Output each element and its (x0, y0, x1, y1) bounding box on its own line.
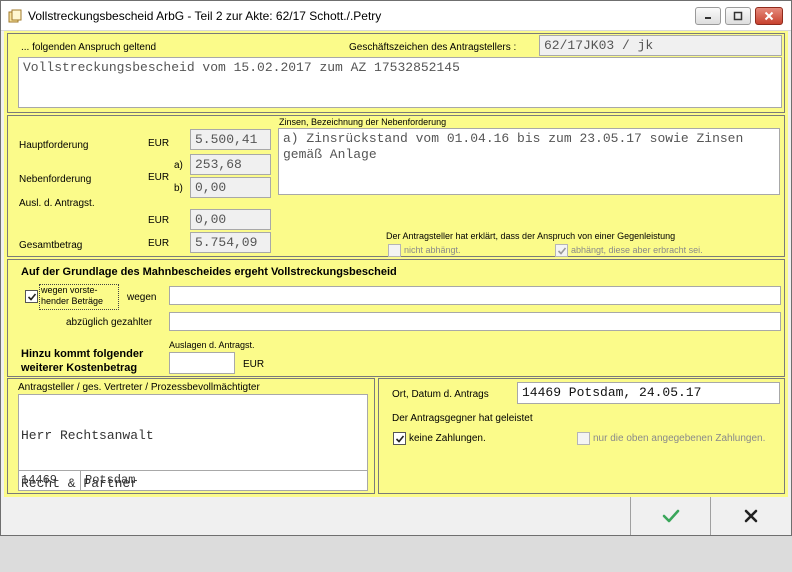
preceding-amounts-line2: hender Beträge (41, 296, 104, 306)
ok-button[interactable] (630, 497, 710, 535)
title-bar: Vollstreckungsbescheid ArbG - Teil 2 zur… (1, 1, 791, 31)
preceding-amounts-line1: wegen vorste- (41, 285, 98, 295)
preceding-amounts-checkbox[interactable] (25, 290, 38, 303)
maximize-button[interactable] (725, 7, 751, 25)
not-dependent-label: nicht abhängt. (404, 245, 461, 255)
minimize-button[interactable] (695, 7, 721, 25)
file-number-label: Geschäftszeichen des Antragstellers : (349, 42, 517, 53)
auslagen-label: Ausl. d. Antragst. (19, 198, 95, 209)
applicant-label: Antragsteller / ges. Vertreter / Prozess… (18, 382, 260, 393)
gesamtbetrag-currency: EUR (148, 238, 170, 249)
window-title: Vollstreckungsbescheid ArbG - Teil 2 zur… (28, 9, 382, 23)
claim-label: ... folgenden Anspruch geltend (21, 42, 157, 53)
wegen-label: wegen (127, 292, 157, 303)
applicant-line1: Herr Rechtsanwalt (21, 428, 154, 443)
hauptforderung-label: Hauptforderung (19, 140, 89, 151)
applicant-address-box[interactable]: Herr Rechtsanwalt Recht & Partner Kirsch… (18, 394, 368, 539)
costs-heading-line1: Hinzu kommt folgender (21, 348, 144, 360)
nebenforderung-a-field[interactable]: 253,68 (190, 154, 271, 175)
app-icon (8, 9, 22, 23)
auslagen-costs-label: Auslagen d. Antragst. (169, 340, 255, 350)
gesamtbetrag-field[interactable]: 5.754,09 (190, 232, 271, 253)
dialog-window: Vollstreckungsbescheid ArbG - Teil 2 zur… (0, 0, 792, 539)
checkmark-icon (557, 246, 566, 255)
hauptforderung-field[interactable]: 5.500,41 (190, 129, 271, 150)
claim-section: ... folgenden Anspruch geltend Geschäfts… (7, 33, 785, 113)
auslagen-costs-currency: EUR (243, 359, 265, 370)
no-payments-checkbox[interactable] (393, 432, 406, 445)
abzueglich-field[interactable] (169, 312, 781, 331)
place-date-field[interactable]: 14469 Potsdam, 24.05.17 (517, 382, 780, 404)
zip-city-divider (80, 470, 81, 490)
place-date-label: Ort, Datum d. Antrags (392, 389, 489, 400)
file-number-field[interactable]: 62/17JK03 / jk (539, 35, 782, 56)
nebenforderung-currency: EUR (148, 172, 170, 183)
not-dependent-checkbox[interactable] (388, 244, 401, 257)
action-bar (1, 497, 791, 535)
gesamtbetrag-label: Gesamtbetrag (19, 240, 83, 251)
dependent-fulfilled-checkbox[interactable] (555, 244, 568, 257)
close-icon (744, 509, 758, 523)
claim-text-field[interactable]: Vollstreckungsbescheid vom 15.02.2017 zu… (18, 57, 782, 108)
checkmark-icon (27, 292, 36, 301)
interest-label: Zinsen, Bezeichnung der Nebenforderung (279, 117, 447, 127)
place-date-section: Ort, Datum d. Antrags 14469 Potsdam, 24.… (378, 378, 785, 494)
payments-label: Der Antragsgegner hat geleistet (392, 413, 533, 424)
abzueglich-label: abzüglich gezahlter (66, 317, 153, 328)
applicant-zip[interactable]: 14469 (21, 473, 57, 487)
close-window-button[interactable] (755, 7, 783, 25)
sub-a-label: a) (174, 160, 183, 171)
interest-text-field[interactable]: a) Zinsrückstand vom 01.04.16 bis zum 23… (278, 128, 780, 195)
maximize-icon (733, 11, 743, 21)
listed-payments-label: nur die oben angegebenen Zahlungen. (593, 433, 766, 444)
no-payments-label: keine Zahlungen. (409, 433, 486, 444)
enforcement-section: Auf der Grundlage des Mahnbescheides erg… (7, 259, 785, 377)
form-area: ... folgenden Anspruch geltend Geschäfts… (4, 31, 788, 539)
cancel-button[interactable] (710, 497, 791, 535)
costs-heading-line2: weiterer Kostenbetrag (21, 362, 138, 374)
amounts-section: Hauptforderung EUR 5.500,41 a) 253,68 Ne… (7, 115, 785, 257)
declaration-text: Der Antragsteller hat erklärt, dass der … (386, 231, 676, 241)
auslagen-costs-field[interactable] (169, 352, 235, 374)
dependent-fulfilled-label: abhängt, diese aber erbracht sei. (571, 245, 703, 255)
applicant-section: Antragsteller / ges. Vertreter / Prozess… (7, 378, 375, 539)
hauptforderung-currency: EUR (148, 138, 170, 149)
minimize-icon (705, 17, 711, 19)
enforcement-heading: Auf der Grundlage des Mahnbescheides erg… (21, 266, 397, 278)
address-divider (19, 470, 367, 471)
checkmark-icon (395, 434, 404, 443)
wegen-field[interactable] (169, 286, 781, 305)
checkmark-icon (662, 509, 679, 523)
close-icon (764, 11, 774, 21)
applicant-city[interactable]: Potsdam (85, 473, 135, 487)
auslagen-currency: EUR (148, 215, 170, 226)
sub-b-label: b) (174, 183, 183, 194)
listed-payments-checkbox[interactable] (577, 432, 590, 445)
nebenforderung-label: Nebenforderung (19, 174, 92, 185)
nebenforderung-b-field[interactable]: 0,00 (190, 177, 271, 198)
auslagen-field[interactable]: 0,00 (190, 209, 271, 230)
